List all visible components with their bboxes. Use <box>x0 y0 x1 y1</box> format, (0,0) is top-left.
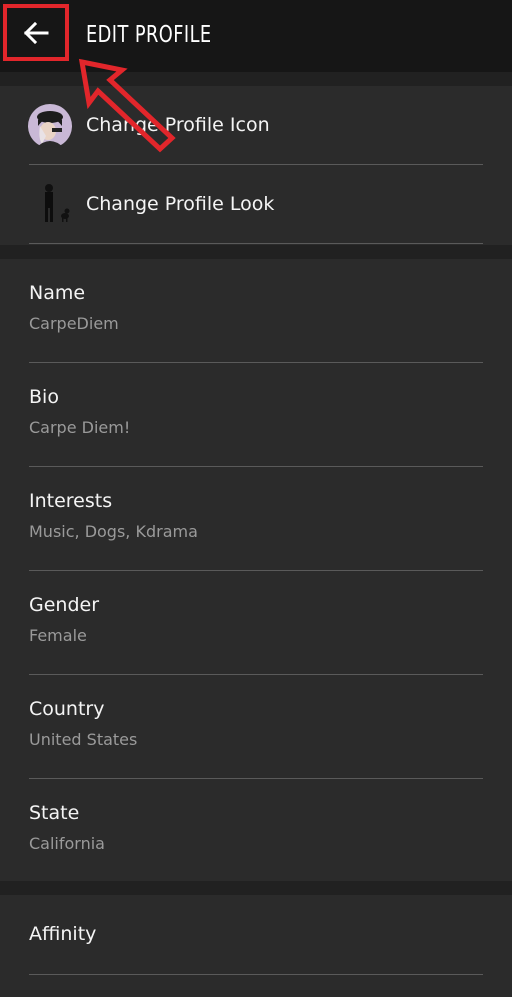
change-profile-look-label: Change Profile Look <box>86 193 275 215</box>
field-row-state[interactable]: State California <box>0 779 512 881</box>
field-label: State <box>29 802 80 824</box>
field-value: Music, Dogs, Kdrama <box>29 522 198 541</box>
field-row-name[interactable]: Name CarpeDiem <box>0 259 512 363</box>
change-profile-look-row[interactable]: Change Profile Look <box>0 165 512 245</box>
avatar-full-body-thumbnail <box>45 184 70 222</box>
field-row-gender[interactable]: Gender Female <box>0 571 512 675</box>
back-button[interactable] <box>3 4 69 61</box>
field-label: Interests <box>29 490 113 512</box>
field-value: CarpeDiem <box>29 314 119 333</box>
field-label: Country <box>29 698 105 720</box>
field-value: United States <box>29 730 138 749</box>
arrow-left-icon <box>23 21 49 44</box>
field-value: Carpe Diem! <box>29 418 131 437</box>
field-row-country[interactable]: Country United States <box>0 675 512 779</box>
profile-fields-section: Name CarpeDiem Bio Carpe Diem! Interests… <box>0 259 512 881</box>
field-value: California <box>29 834 105 853</box>
field-label: Gender <box>29 594 100 616</box>
affinity-section: Affinity <box>0 895 512 997</box>
field-row-interests[interactable]: Interests Music, Dogs, Kdrama <box>0 467 512 571</box>
affinity-label: Affinity <box>29 923 97 945</box>
field-label: Name <box>29 282 86 304</box>
field-value: Female <box>29 626 87 645</box>
avatar-thumbnail <box>28 104 72 148</box>
field-row-bio[interactable]: Bio Carpe Diem! <box>0 363 512 467</box>
red-pointer-arrow <box>78 58 176 153</box>
divider <box>29 974 483 975</box>
field-label: Bio <box>29 386 59 408</box>
divider <box>29 243 483 244</box>
page-title: EDIT PROFILE <box>86 22 212 48</box>
affinity-row[interactable]: Affinity <box>0 895 512 975</box>
